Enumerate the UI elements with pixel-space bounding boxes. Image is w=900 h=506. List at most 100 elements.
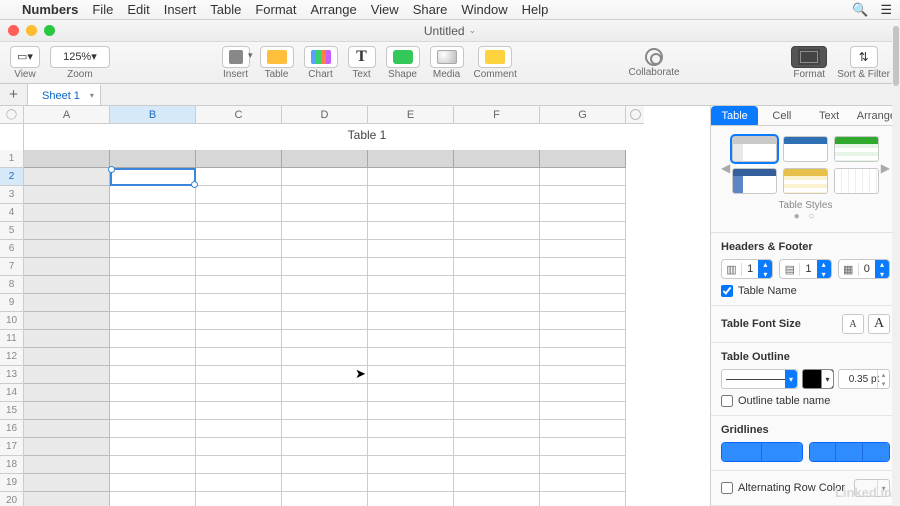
format-button[interactable] xyxy=(791,46,827,68)
select-all-corner[interactable]: ◯ xyxy=(0,106,24,124)
row-header-18[interactable]: 18 xyxy=(0,456,24,474)
footer-rows-stepper[interactable]: ▦0▴▾ xyxy=(838,259,890,279)
col-header-b[interactable]: B xyxy=(110,106,196,124)
col-header-a[interactable]: A xyxy=(24,106,110,124)
header-rows-stepper[interactable]: ▤1▴▾ xyxy=(779,259,831,279)
collaborate-icon[interactable] xyxy=(645,48,663,66)
row-header-15[interactable]: 15 xyxy=(0,402,24,420)
shape-button[interactable] xyxy=(386,46,420,68)
outline-width-field[interactable]: 0.35 pt▴▾ xyxy=(838,369,890,389)
window-minimize-button[interactable] xyxy=(26,25,37,36)
add-sheet-button[interactable]: + xyxy=(0,84,28,105)
col-header-f[interactable]: F xyxy=(454,106,540,124)
row-header-2[interactable]: 2 xyxy=(0,168,24,186)
menu-table[interactable]: Table xyxy=(210,2,241,17)
tab-table[interactable]: Table xyxy=(711,106,758,125)
tab-cell[interactable]: Cell xyxy=(758,106,805,125)
font-smaller-button[interactable]: A xyxy=(842,314,864,334)
zoom-label: Zoom xyxy=(67,69,93,80)
table-style-5[interactable] xyxy=(783,168,828,194)
row-header-1[interactable]: 1 xyxy=(0,150,24,168)
row-header-19[interactable]: 19 xyxy=(0,474,24,492)
app-name[interactable]: Numbers xyxy=(22,2,78,17)
toolbar: ▭▾ View 125% ▾ Zoom Insert Table Chart T… xyxy=(0,42,900,84)
menu-view[interactable]: View xyxy=(371,2,399,17)
spreadsheet-canvas[interactable]: ◯ A B C D E F G 123456789101112131415161… xyxy=(0,106,710,506)
col-header-d[interactable]: D xyxy=(282,106,368,124)
header-rows-icon: ▤ xyxy=(780,263,800,276)
table-style-3[interactable] xyxy=(834,136,879,162)
table-title[interactable]: Table 1 xyxy=(24,128,710,142)
menu-extras-icon[interactable]: ☰ xyxy=(880,2,892,18)
window-titlebar: Untitled ⌄ xyxy=(0,20,900,42)
menu-share[interactable]: Share xyxy=(413,2,448,17)
footer-rows-icon: ▦ xyxy=(839,263,859,276)
sheet-tabs: + Sheet 1 xyxy=(0,84,900,106)
window-zoom-button[interactable] xyxy=(44,25,55,36)
insert-button[interactable] xyxy=(222,46,250,68)
styles-page-dots[interactable]: ● ○ xyxy=(719,211,892,222)
menu-window[interactable]: Window xyxy=(461,2,507,17)
sheet-tab-1[interactable]: Sheet 1 xyxy=(28,84,101,105)
window-close-button[interactable] xyxy=(8,25,19,36)
menu-help[interactable]: Help xyxy=(522,2,549,17)
outline-style-select[interactable]: ▾ xyxy=(721,369,798,389)
chevron-down-icon[interactable]: ⌄ xyxy=(469,25,477,36)
zoom-select[interactable]: 125% ▾ xyxy=(50,46,110,68)
menu-arrange[interactable]: Arrange xyxy=(310,2,356,17)
row-header-12[interactable]: 12 xyxy=(0,348,24,366)
table-button[interactable] xyxy=(260,46,294,68)
media-button[interactable] xyxy=(430,46,464,68)
menu-file[interactable]: File xyxy=(92,2,113,17)
sort-filter-button[interactable]: ⇅ xyxy=(850,46,878,68)
row-header-17[interactable]: 17 xyxy=(0,438,24,456)
gridlines-header-buttons[interactable] xyxy=(809,442,891,462)
text-button[interactable]: T xyxy=(348,46,376,68)
outline-color-swatch[interactable]: ▾ xyxy=(802,369,834,389)
table-style-1[interactable] xyxy=(732,136,777,162)
row-header-8[interactable]: 8 xyxy=(0,276,24,294)
row-header-7[interactable]: 7 xyxy=(0,258,24,276)
alternating-row-checkbox[interactable]: Alternating Row Color xyxy=(721,482,845,494)
sidebar-scrollbar[interactable] xyxy=(892,106,900,506)
col-header-g[interactable]: G xyxy=(540,106,626,124)
menu-edit[interactable]: Edit xyxy=(127,2,149,17)
row-header-13[interactable]: 13 xyxy=(0,366,24,384)
table-style-4[interactable] xyxy=(732,168,777,194)
document-title[interactable]: Untitled xyxy=(424,24,465,38)
gridlines-title: Gridlines xyxy=(721,424,890,436)
menu-insert[interactable]: Insert xyxy=(164,2,197,17)
styles-prev-button[interactable]: ◀ xyxy=(719,161,732,175)
col-header-c[interactable]: C xyxy=(196,106,282,124)
row-header-14[interactable]: 14 xyxy=(0,384,24,402)
outline-name-checkbox[interactable]: Outline table name xyxy=(721,395,890,407)
row-header-5[interactable]: 5 xyxy=(0,222,24,240)
styles-label: Table Styles xyxy=(719,200,892,211)
table-style-2[interactable] xyxy=(783,136,828,162)
table-name-checkbox[interactable]: Table Name xyxy=(721,285,890,297)
header-cols-stepper[interactable]: ▥1▴▾ xyxy=(721,259,773,279)
gridlines-body-buttons[interactable] xyxy=(721,442,803,462)
font-larger-button[interactable]: A xyxy=(868,314,890,334)
col-header-e[interactable]: E xyxy=(368,106,454,124)
spotlight-icon[interactable]: 🔍 xyxy=(852,2,868,18)
row-header-16[interactable]: 16 xyxy=(0,420,24,438)
row-header-20[interactable]: 20 xyxy=(0,492,24,506)
view-button[interactable]: ▭▾ xyxy=(10,46,40,68)
row-header-4[interactable]: 4 xyxy=(0,204,24,222)
row-header-3[interactable]: 3 xyxy=(0,186,24,204)
comment-button[interactable] xyxy=(478,46,512,68)
styles-next-button[interactable]: ▶ xyxy=(879,161,892,175)
row-header-9[interactable]: 9 xyxy=(0,294,24,312)
view-label: View xyxy=(14,69,36,80)
header-cols-icon: ▥ xyxy=(722,263,742,276)
menu-format[interactable]: Format xyxy=(255,2,296,17)
row-header-6[interactable]: 6 xyxy=(0,240,24,258)
chart-button[interactable] xyxy=(304,46,338,68)
add-column-handle[interactable] xyxy=(626,106,644,124)
row-header-10[interactable]: 10 xyxy=(0,312,24,330)
table-grid[interactable] xyxy=(24,150,626,506)
tab-text[interactable]: Text xyxy=(806,106,853,125)
table-style-6[interactable] xyxy=(834,168,879,194)
row-header-11[interactable]: 11 xyxy=(0,330,24,348)
